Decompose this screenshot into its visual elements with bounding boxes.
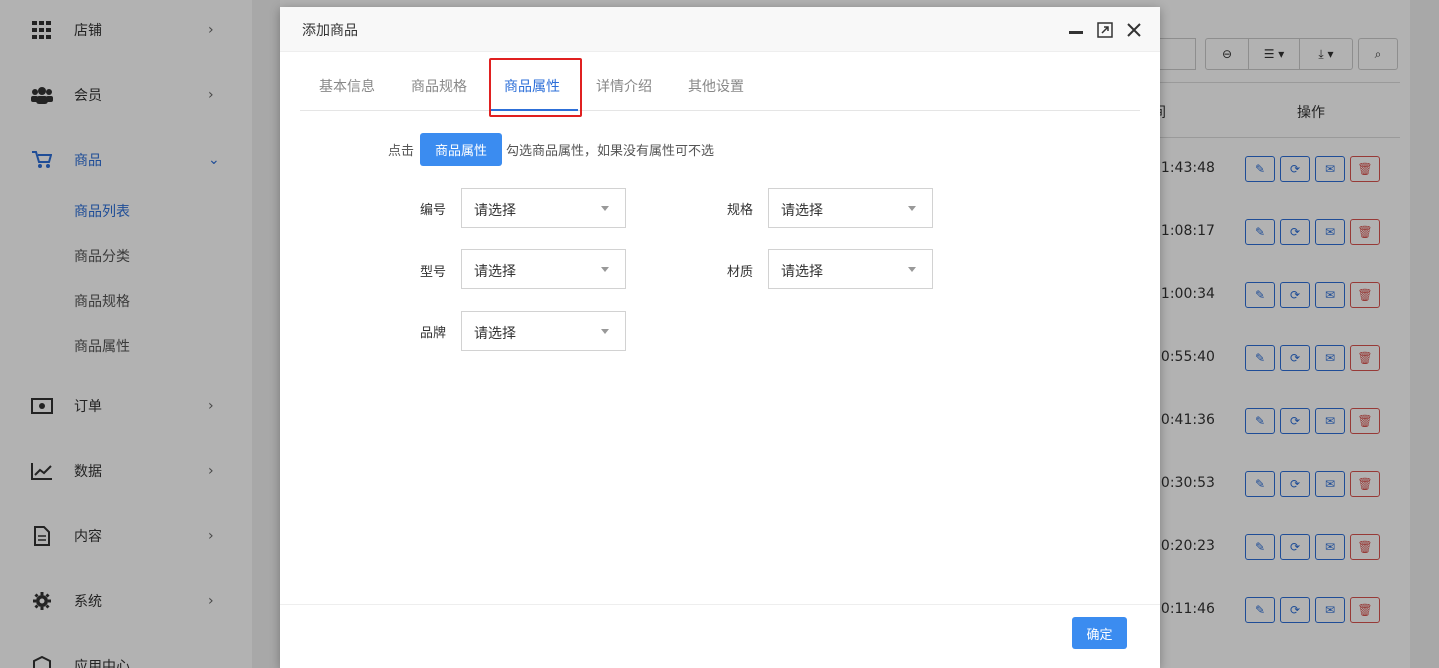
field-label-code: 编号 <box>419 203 446 218</box>
select-value: 请选择 <box>781 203 823 219</box>
maximize-icon[interactable] <box>1095 20 1115 40</box>
modal-title: 添加商品 <box>302 23 358 39</box>
tab-bar: 基本信息 商品规格 商品属性 详情介绍 其他设置 <box>300 62 1140 111</box>
tab-product-spec[interactable]: 商品规格 <box>411 76 467 96</box>
tab-other-settings[interactable]: 其他设置 <box>688 76 744 96</box>
minimize-icon[interactable] <box>1066 20 1086 40</box>
code-select[interactable]: 请选择 <box>461 188 626 228</box>
caret-down-icon <box>601 206 609 211</box>
modal-footer <box>280 604 1160 668</box>
select-value: 请选择 <box>474 203 516 219</box>
spec-select[interactable]: 请选择 <box>768 188 933 228</box>
hint-text: 勾选商品属性，如果没有属性可不选 <box>506 144 715 159</box>
caret-down-icon <box>908 206 916 211</box>
field-label-brand: 品牌 <box>419 326 446 341</box>
modal-header: 添加商品 <box>280 7 1160 52</box>
add-product-modal: 添加商品 基本信息 商品规格 商品属性 详情介绍 其他设置 点击 商品属性 勾选… <box>280 7 1160 668</box>
hint-prefix: 点击 <box>388 144 415 159</box>
caret-down-icon <box>601 329 609 334</box>
model-select[interactable]: 请选择 <box>461 249 626 289</box>
tab-detail[interactable]: 详情介绍 <box>596 76 652 96</box>
annotation-highlight-box <box>489 58 582 117</box>
field-label-material: 材质 <box>726 265 753 280</box>
caret-down-icon <box>908 267 916 272</box>
select-value: 请选择 <box>474 264 516 280</box>
field-label-spec: 规格 <box>726 203 753 218</box>
field-label-model: 型号 <box>419 265 446 280</box>
tab-basic-info[interactable]: 基本信息 <box>319 76 375 96</box>
product-attr-button[interactable]: 商品属性 <box>420 133 502 166</box>
material-select[interactable]: 请选择 <box>768 249 933 289</box>
caret-down-icon <box>601 267 609 272</box>
select-value: 请选择 <box>474 326 516 342</box>
brand-select[interactable]: 请选择 <box>461 311 626 351</box>
close-icon[interactable] <box>1124 20 1144 40</box>
select-value: 请选择 <box>781 264 823 280</box>
confirm-button[interactable]: 确定 <box>1072 617 1127 649</box>
